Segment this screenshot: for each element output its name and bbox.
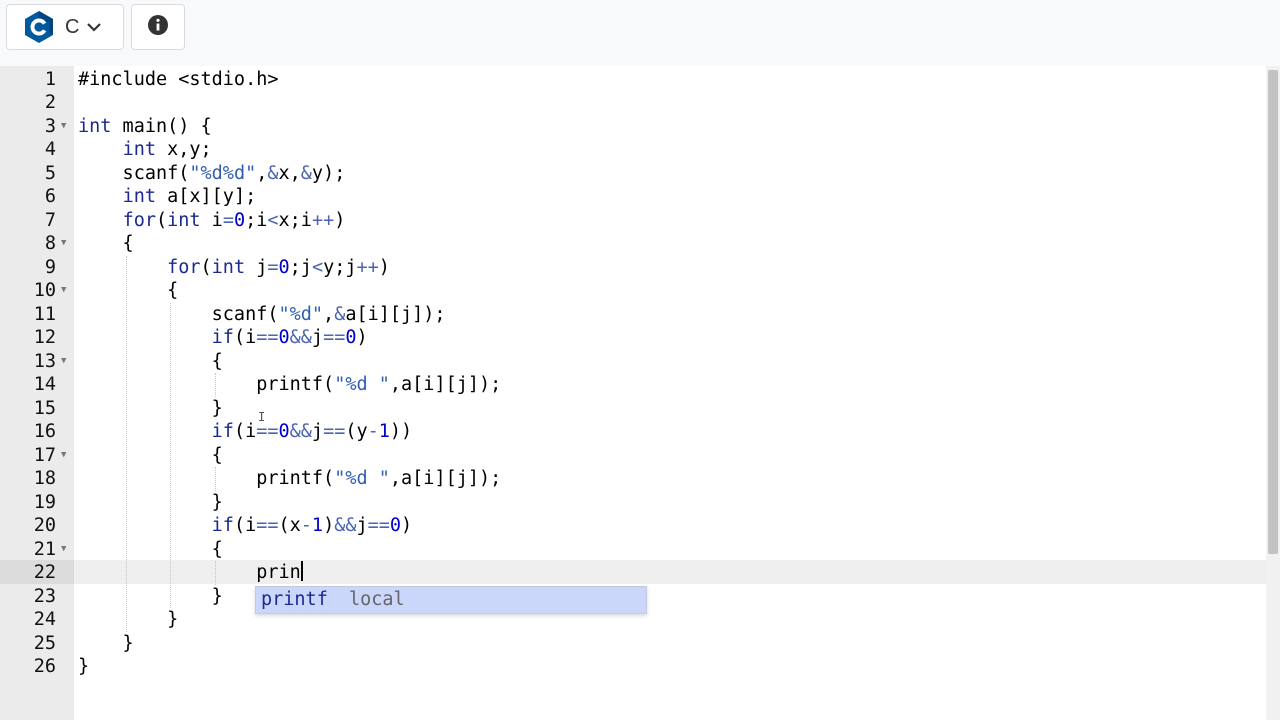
line-number: 11	[33, 303, 56, 325]
code-line[interactable]: 10 ▼ {	[0, 279, 1266, 303]
line-number: 25	[33, 632, 56, 654]
line-number: 24	[33, 609, 56, 630]
code-line-text: }	[78, 632, 134, 654]
line-number: 4	[44, 139, 56, 160]
code-line[interactable]: 21 ▼ {	[0, 538, 1266, 562]
line-number: 19	[33, 491, 56, 513]
line-number: 21	[33, 538, 56, 560]
code-line[interactable]: 12 if(i==0&&j==0)	[0, 326, 1266, 350]
line-number: 15	[33, 397, 56, 419]
code-line-text: if(i==(x-1)&&j==0)	[211, 515, 413, 536]
code-line[interactable]: 17 ▼ {	[0, 444, 1266, 468]
code-line[interactable]: 22 prin	[0, 561, 1266, 585]
scrollbar-thumb[interactable]	[1268, 70, 1278, 554]
line-number: 9	[44, 256, 56, 278]
code-line[interactable]: 5 scanf("%d%d",&x,&y);	[0, 162, 1266, 186]
code-line[interactable]: 1 #include <stdio.h>	[0, 68, 1266, 92]
code-line-text: scanf("%d%d",&x,&y);	[78, 162, 346, 184]
fold-toggle-icon[interactable]: ▼	[61, 538, 66, 562]
code-line[interactable]: 2	[0, 91, 1266, 115]
code-line-text: }	[78, 397, 223, 419]
line-number: 14	[33, 374, 56, 395]
code-line-text: }	[78, 609, 179, 630]
code-line-text: {	[78, 538, 223, 560]
code-line[interactable]: 14 printf("%d ",a[i][j]);	[0, 373, 1266, 397]
language-selector-button[interactable]: C	[6, 4, 124, 50]
code-line-text: printf("%d ",a[i][j]);	[78, 468, 502, 489]
code-line-text: {	[78, 350, 223, 372]
code-line[interactable]: 13 ▼ {	[0, 350, 1266, 374]
code-line[interactable]: 25 }	[0, 632, 1266, 656]
code-line-text: if(i==0&&j==(y-1))	[211, 421, 413, 442]
code-line-text: {	[78, 280, 179, 301]
code-line[interactable]: 4 int x,y;	[0, 138, 1266, 162]
code-line-text: for(int i=0;i<x;i++)	[122, 209, 346, 231]
code-line[interactable]: 8 ▼ {	[0, 232, 1266, 256]
code-line-text: int x,y;	[122, 139, 212, 160]
info-icon	[147, 14, 169, 41]
line-number: 23	[33, 585, 56, 607]
code-line-text: int a[x][y];	[122, 186, 257, 207]
autocomplete-meta: local	[349, 589, 405, 610]
fold-toggle-icon[interactable]: ▼	[61, 444, 66, 468]
line-number: 10	[33, 280, 56, 301]
text-cursor	[300, 561, 303, 581]
info-button[interactable]	[131, 4, 185, 50]
fold-toggle-icon[interactable]: ▼	[61, 350, 66, 374]
code-line-text: int main() {	[78, 115, 212, 137]
code-line-text: for(int j=0;j<y;j++)	[167, 256, 390, 278]
code-line[interactable]: 6 int a[x][y];	[0, 185, 1266, 209]
code-editor[interactable]: 1 #include <stdio.h> 2 3 ▼ int main() {4 int …	[0, 66, 1266, 720]
line-number: 17	[33, 444, 56, 466]
code-line-text: {	[78, 233, 134, 254]
code-line-text: prin	[78, 561, 303, 583]
code-line[interactable]: 11 scanf("%d",&a[i][j]);	[0, 303, 1266, 327]
code-line[interactable]: 26}	[0, 655, 1266, 679]
line-number: 16	[33, 421, 56, 442]
code-line-text: }	[78, 585, 223, 607]
line-number: 2	[44, 92, 56, 113]
line-number: 8	[44, 233, 56, 254]
line-number: 12	[33, 327, 56, 348]
code-line-text: {	[78, 444, 223, 466]
code-line-text: }	[78, 491, 223, 513]
code-line-text: if(i==0&&j==0)	[211, 327, 368, 348]
fold-toggle-icon[interactable]: ▼	[61, 279, 66, 303]
code-line-text: #include <stdio.h>	[78, 68, 279, 90]
line-number: 18	[33, 468, 56, 489]
code-line[interactable]: 9 for(int j=0;j<y;j++)	[0, 256, 1266, 280]
line-number: 7	[44, 209, 56, 231]
line-number: 6	[44, 186, 56, 207]
code-line[interactable]: 16 if(i==0&&j==(y-1))	[0, 420, 1266, 444]
chevron-down-icon	[85, 18, 103, 36]
language-label: C	[65, 15, 80, 38]
line-number: 20	[33, 515, 56, 536]
line-number: 1	[44, 68, 56, 90]
code-line[interactable]: 7 for(int i=0;i<x;i++)	[0, 209, 1266, 233]
line-number: 13	[33, 350, 56, 372]
c-language-logo-icon	[23, 10, 55, 44]
line-number: 5	[44, 162, 56, 184]
toolbar: C	[0, 0, 1280, 67]
line-number: 22	[33, 562, 56, 583]
fold-toggle-icon[interactable]: ▼	[61, 115, 66, 139]
code-line-text: scanf("%d",&a[i][j]);	[78, 303, 446, 325]
code-line[interactable]: 19 }	[0, 491, 1266, 515]
fold-toggle-icon[interactable]: ▼	[61, 232, 66, 256]
line-number: 3	[44, 115, 56, 137]
code-line[interactable]: 3 ▼ int main() {	[0, 115, 1266, 139]
autocomplete-popup[interactable]: printf local	[255, 586, 647, 614]
code-line-text: }	[78, 656, 90, 677]
code-line[interactable]: 18 printf("%d ",a[i][j]);	[0, 467, 1266, 491]
code-line-text: printf("%d ",a[i][j]);	[78, 374, 502, 395]
mouse-text-cursor-icon: I	[258, 410, 266, 424]
code-line[interactable]: 20 if(i==(x-1)&&j==0)	[0, 514, 1266, 538]
line-number: 26	[33, 656, 56, 677]
code-line[interactable]: 15 }	[0, 397, 1266, 421]
autocomplete-suggestion[interactable]: printf	[261, 587, 328, 612]
